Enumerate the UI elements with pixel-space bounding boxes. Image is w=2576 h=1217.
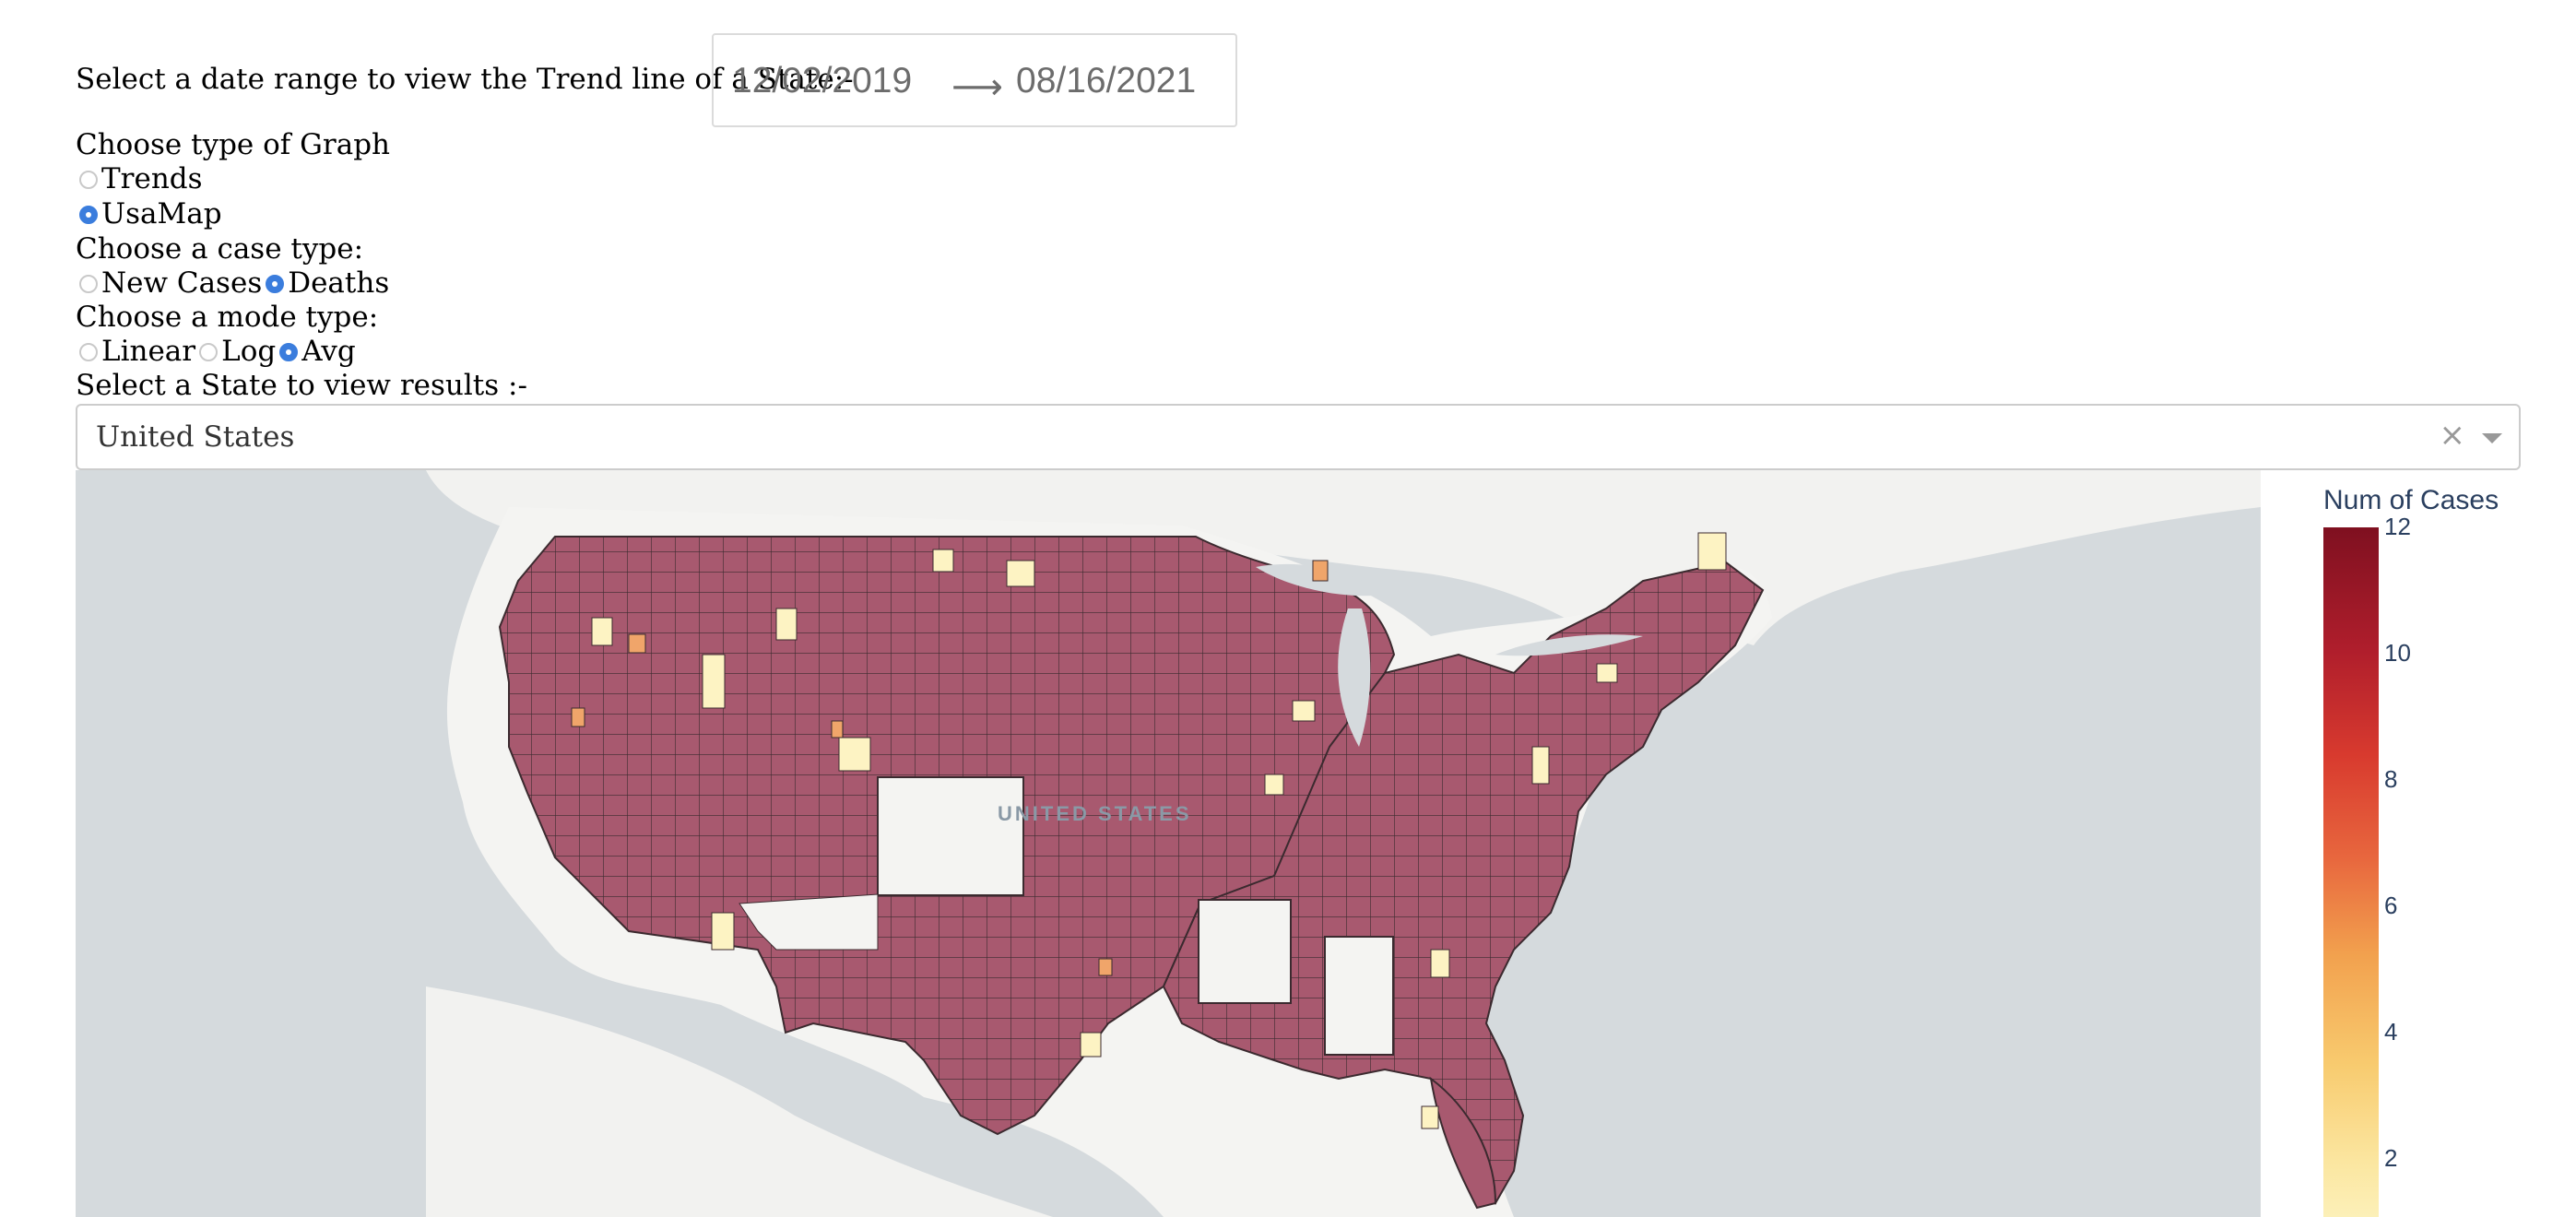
colorbar-title: Num of Cases bbox=[2323, 485, 2499, 515]
chevron-down-icon[interactable] bbox=[2482, 433, 2502, 443]
radio-linear[interactable] bbox=[79, 342, 98, 361]
colorbar-tick: 6 bbox=[2384, 892, 2398, 919]
radio-new-cases[interactable] bbox=[79, 274, 98, 293]
radio-label-usamap: UsaMap bbox=[101, 197, 222, 230]
colorado-no-data bbox=[877, 776, 1024, 896]
colorbar-tick: 4 bbox=[2384, 1018, 2398, 1046]
arkansas-no-data bbox=[1198, 899, 1292, 1004]
choropleth-map[interactable]: UNITED STATES bbox=[76, 470, 2261, 1217]
radio-log[interactable] bbox=[199, 342, 219, 361]
mode-type-radio-group: Linear Log Avg bbox=[76, 335, 356, 369]
colorbar-gradient bbox=[2323, 527, 2379, 1217]
radio-label-deaths: Deaths bbox=[288, 266, 390, 300]
radio-label-new-cases: New Cases bbox=[101, 266, 263, 300]
state-select-label: Select a State to view results :- bbox=[76, 369, 527, 402]
state-dropdown[interactable]: United States × bbox=[76, 404, 2521, 470]
radio-label-linear: Linear bbox=[101, 335, 196, 368]
state-dropdown-value: United States bbox=[96, 420, 295, 454]
radio-usamap[interactable] bbox=[79, 205, 98, 224]
end-date-input[interactable]: 08/16/2021 bbox=[1016, 61, 1196, 101]
start-date-input[interactable]: 12/02/2019 bbox=[732, 61, 912, 101]
colorbar-tick: 10 bbox=[2384, 639, 2411, 667]
colorbar-tick: 12 bbox=[2384, 513, 2411, 540]
map-canvas[interactable]: UNITED STATES bbox=[76, 470, 2261, 1217]
radio-avg[interactable] bbox=[279, 342, 299, 361]
radio-label-avg: Avg bbox=[301, 335, 356, 368]
radio-deaths[interactable] bbox=[266, 274, 285, 293]
radio-label-trends: Trends bbox=[101, 162, 203, 195]
country-label: UNITED STATES bbox=[998, 802, 1192, 825]
mode-type-label: Choose a mode type: bbox=[76, 301, 379, 334]
date-range-picker[interactable]: 12/02/2019 ⟶ 08/16/2021 bbox=[712, 33, 1237, 127]
case-type-label: Choose a case type: bbox=[76, 232, 364, 266]
clear-icon[interactable]: × bbox=[2440, 417, 2466, 454]
colorbar-tick: 2 bbox=[2384, 1144, 2398, 1172]
radio-label-log: Log bbox=[221, 335, 277, 368]
alabama-no-data bbox=[1324, 936, 1394, 1056]
radio-option-trends[interactable]: Trends bbox=[76, 162, 203, 196]
graph-type-label: Choose type of Graph bbox=[76, 128, 390, 161]
case-type-radio-group: New Cases Deaths bbox=[76, 266, 389, 301]
radio-option-usamap[interactable]: UsaMap bbox=[76, 197, 222, 231]
arrow-right-icon: ⟶ bbox=[951, 67, 1003, 107]
colorbar-tick: 8 bbox=[2384, 765, 2398, 793]
radio-trends[interactable] bbox=[79, 170, 98, 189]
